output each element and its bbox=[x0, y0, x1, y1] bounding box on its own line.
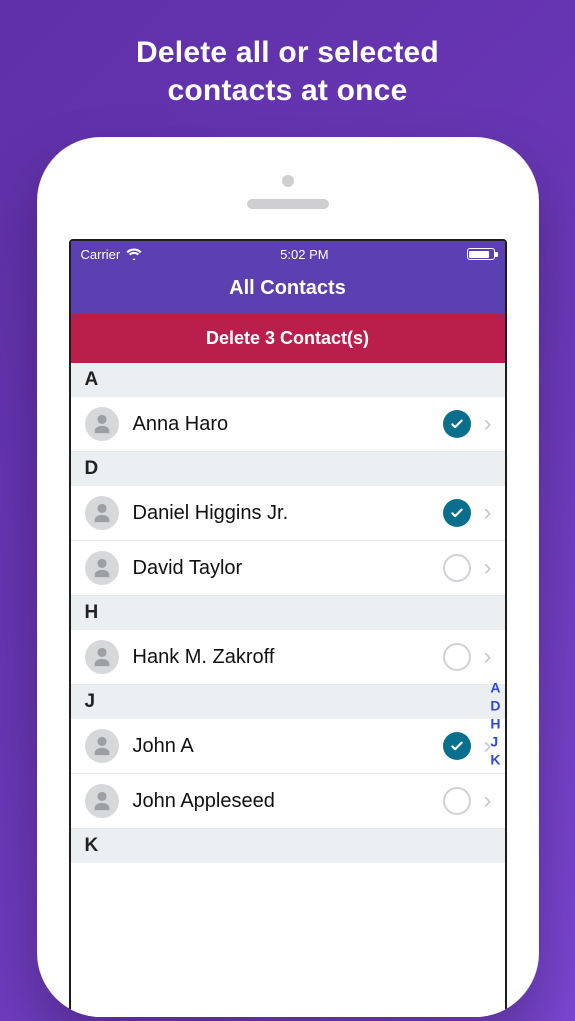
index-letter[interactable]: K bbox=[490, 751, 500, 767]
avatar-icon bbox=[85, 407, 119, 441]
selection-indicator[interactable] bbox=[443, 787, 471, 815]
promo-line-2: contacts at once bbox=[136, 72, 439, 110]
selection-indicator[interactable] bbox=[443, 732, 471, 760]
promo-line-1: Delete all or selected bbox=[136, 34, 439, 72]
status-bar: Carrier 5:02 PM bbox=[71, 241, 505, 267]
contact-name: Hank M. Zakroff bbox=[133, 646, 443, 669]
section-header: K bbox=[71, 829, 505, 863]
avatar-icon bbox=[85, 496, 119, 530]
chevron-right-icon: › bbox=[483, 645, 497, 669]
avatar-icon bbox=[85, 551, 119, 585]
nav-title: All Contacts bbox=[71, 267, 505, 314]
delete-contacts-button[interactable]: Delete 3 Contact(s) bbox=[71, 314, 505, 363]
index-letter[interactable]: A bbox=[490, 679, 500, 695]
section-header: J bbox=[71, 685, 505, 719]
phone-frame: Carrier 5:02 PM All Contacts Delete 3 Co… bbox=[37, 137, 539, 1017]
section-header: A bbox=[71, 363, 505, 397]
contact-row[interactable]: Hank M. Zakroff › bbox=[71, 630, 505, 685]
promo-title: Delete all or selected contacts at once bbox=[136, 34, 439, 109]
contact-row[interactable]: David Taylor › bbox=[71, 541, 505, 596]
contact-name: John A bbox=[133, 735, 443, 758]
contact-row[interactable]: Anna Haro › bbox=[71, 397, 505, 452]
avatar-icon bbox=[85, 640, 119, 674]
chevron-right-icon: › bbox=[483, 556, 497, 580]
chevron-right-icon: › bbox=[483, 412, 497, 436]
index-letter[interactable]: H bbox=[490, 715, 500, 731]
battery-icon bbox=[467, 248, 495, 260]
phone-earpiece bbox=[247, 199, 329, 209]
carrier-label: Carrier bbox=[81, 247, 121, 262]
selection-indicator[interactable] bbox=[443, 410, 471, 438]
section-header: H bbox=[71, 596, 505, 630]
phone-screen: Carrier 5:02 PM All Contacts Delete 3 Co… bbox=[69, 239, 507, 1017]
contact-name: John Appleseed bbox=[133, 790, 443, 813]
contact-name: Daniel Higgins Jr. bbox=[133, 502, 443, 525]
selection-indicator[interactable] bbox=[443, 554, 471, 582]
wifi-icon bbox=[126, 248, 142, 260]
contact-name: David Taylor bbox=[133, 557, 443, 580]
selection-indicator[interactable] bbox=[443, 499, 471, 527]
contact-row[interactable]: John A› bbox=[71, 719, 505, 774]
index-letter[interactable]: J bbox=[490, 733, 500, 749]
status-time: 5:02 PM bbox=[280, 247, 328, 262]
alpha-index-strip[interactable]: ADHJK bbox=[490, 679, 500, 767]
avatar-icon bbox=[85, 784, 119, 818]
contact-name: Anna Haro bbox=[133, 413, 443, 436]
contact-row[interactable]: Daniel Higgins Jr. › bbox=[71, 486, 505, 541]
avatar-icon bbox=[85, 729, 119, 763]
chevron-right-icon: › bbox=[483, 501, 497, 525]
chevron-right-icon: › bbox=[483, 789, 497, 813]
index-letter[interactable]: D bbox=[490, 697, 500, 713]
contact-row[interactable]: John Appleseed › bbox=[71, 774, 505, 829]
section-header: D bbox=[71, 452, 505, 486]
contacts-list[interactable]: AAnna Haro›DDaniel Higgins Jr.›David Tay… bbox=[71, 363, 505, 1017]
selection-indicator[interactable] bbox=[443, 643, 471, 671]
phone-camera-dot bbox=[282, 175, 294, 187]
